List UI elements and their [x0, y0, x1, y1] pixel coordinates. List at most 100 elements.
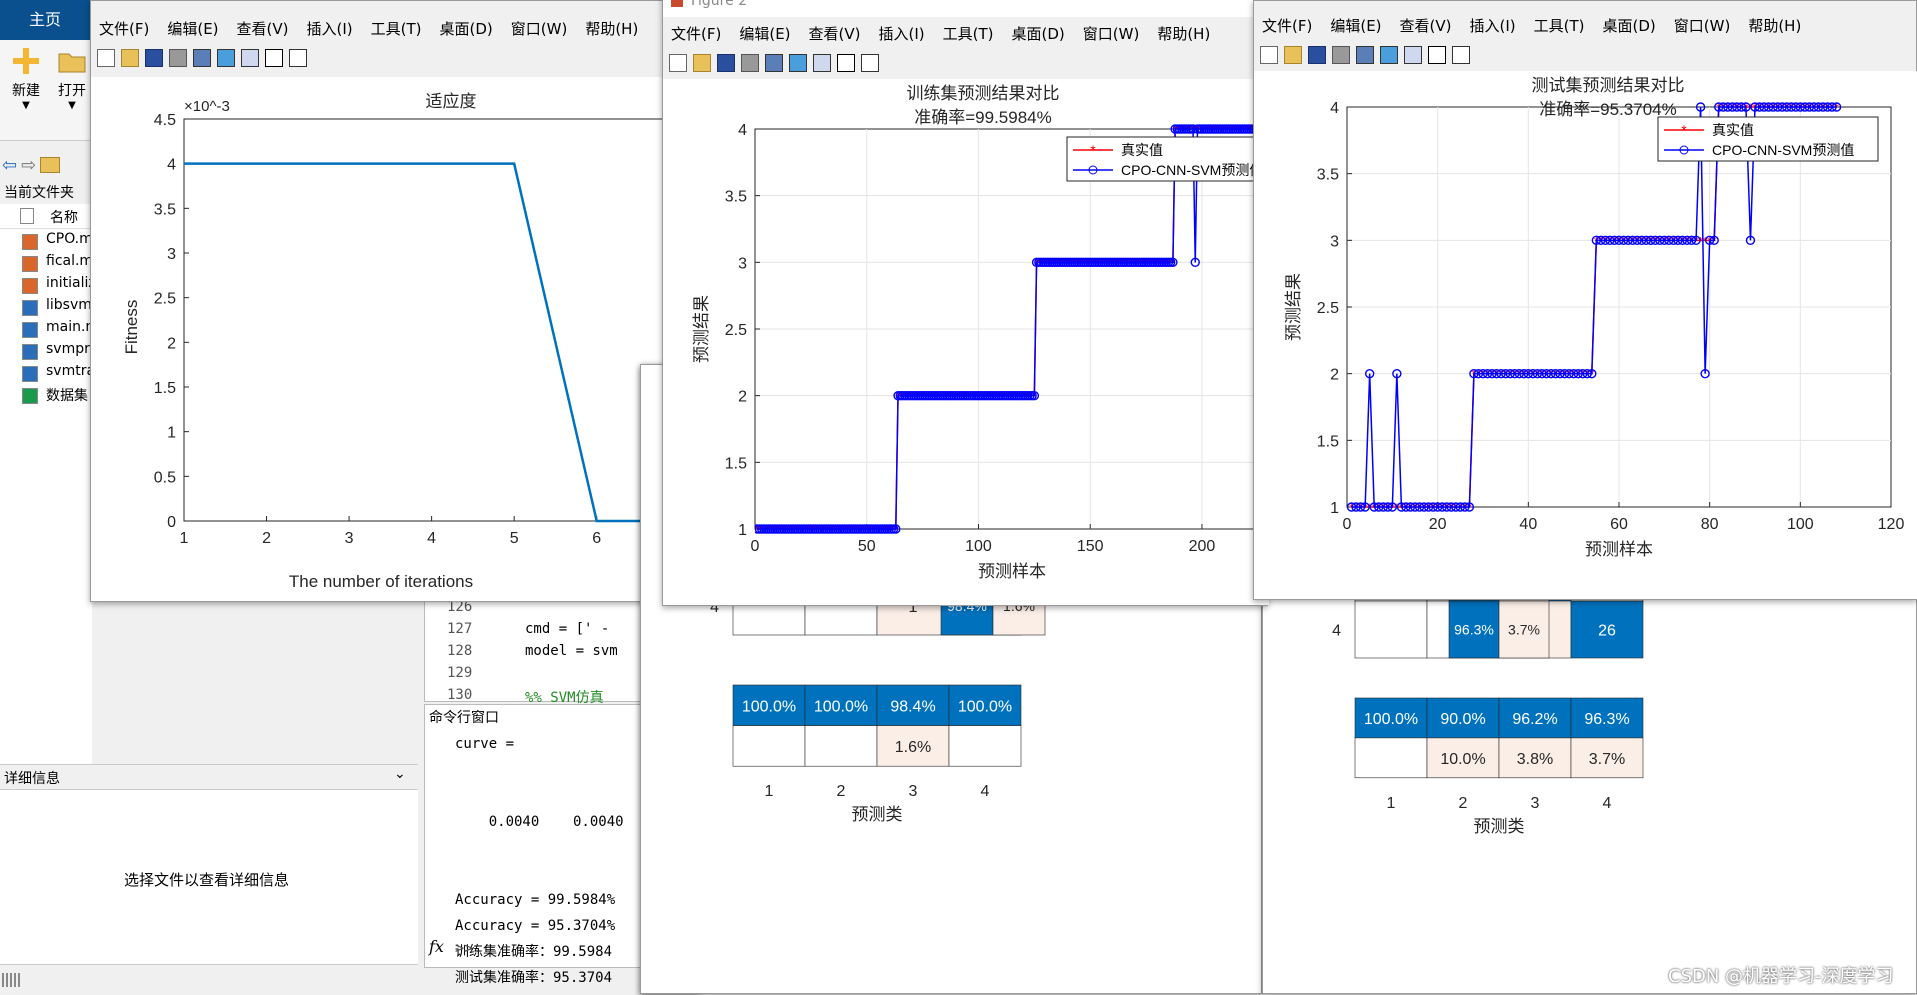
menu-item[interactable]: 桌面(D): [1012, 23, 1065, 44]
open-file-icon[interactable]: [1284, 46, 1302, 64]
menu-item[interactable]: 桌面(D): [1603, 15, 1656, 36]
train-toolbar: [663, 49, 1269, 77]
menu-item[interactable]: 查看(V): [237, 18, 289, 39]
colorbar-icon[interactable]: [217, 49, 235, 67]
fitness-menubar: 文件(F) 编辑(E) 查看(V) 插入(I) 工具(T) 桌面(D) 窗口(W) 帮助(H): [91, 15, 671, 41]
print-icon[interactable]: [1332, 46, 1350, 64]
new-button[interactable]: 新建 ▼: [6, 46, 46, 126]
command-prompt[interactable]: >>: [455, 939, 473, 957]
file-item[interactable]: CPO.m: [0, 230, 92, 252]
cursor-icon[interactable]: [1428, 46, 1446, 64]
train-plot-area: 05010015020011.522.533.54训练集预测结果对比准确率=99…: [663, 79, 1269, 605]
file-item[interactable]: fical.m: [0, 252, 92, 274]
link-plot-icon[interactable]: [1356, 46, 1374, 64]
menu-item[interactable]: 查看(V): [1400, 15, 1452, 36]
legend[interactable]: *真实值CPO-CNN-SVM预测值: [1067, 137, 1269, 181]
cm-col-summary-value: 1.6%: [895, 739, 931, 756]
train-prediction-chart: 05010015020011.522.533.54训练集预测结果对比准确率=99…: [663, 79, 1269, 605]
y-tick-label: 2: [167, 335, 176, 352]
property-editor-icon[interactable]: [289, 49, 307, 67]
menu-item[interactable]: 窗口(W): [1674, 15, 1731, 36]
menu-item[interactable]: 查看(V): [809, 23, 861, 44]
save-icon[interactable]: [1308, 46, 1326, 64]
m-function-icon: [22, 234, 38, 250]
forward-arrow-icon[interactable]: ⇨: [21, 155, 36, 176]
file-name: 数据集: [46, 385, 88, 405]
menu-item[interactable]: 编辑(E): [167, 18, 218, 39]
cm-col-label: 2: [1459, 795, 1468, 812]
editor-pane: 126127cmd = [' -128model = svm129130%% S…: [424, 596, 646, 702]
menu-item[interactable]: 编辑(E): [739, 23, 790, 44]
y-tick-label: 1: [167, 425, 176, 442]
cm-col-summary-value: 96.2%: [1512, 711, 1557, 728]
save-icon[interactable]: [145, 49, 163, 67]
menu-item[interactable]: 工具(T): [943, 23, 994, 44]
colorbar-icon[interactable]: [789, 54, 807, 72]
y-tick-label: 2: [738, 389, 747, 406]
colorbar-icon[interactable]: [1380, 46, 1398, 64]
x-tick-label: 0: [1343, 516, 1352, 533]
link-plot-icon[interactable]: [193, 49, 211, 67]
m-script-icon: [22, 322, 38, 338]
menu-item[interactable]: 窗口(W): [511, 18, 568, 39]
up-folder-icon[interactable]: [40, 157, 60, 173]
legend-icon[interactable]: [813, 54, 831, 72]
file-item[interactable]: 数据集: [0, 384, 92, 406]
home-tab[interactable]: 主页: [0, 0, 90, 40]
menu-item[interactable]: 插入(I): [307, 18, 353, 39]
menu-item[interactable]: 插入(I): [1470, 15, 1516, 36]
train-menubar: 文件(F) 编辑(E) 查看(V) 插入(I) 工具(T) 桌面(D) 窗口(W) 帮助(H): [663, 19, 1269, 47]
new-figure-icon[interactable]: [669, 54, 687, 72]
menu-item[interactable]: 帮助(H): [1748, 15, 1801, 36]
chart-title: 适应度: [426, 92, 477, 111]
x-tick-label: 20: [1429, 516, 1447, 533]
editor-line[interactable]: 128model = svm: [425, 641, 645, 663]
editor-line[interactable]: 127cmd = [' -: [425, 619, 645, 641]
fitness-figure-window: 文件(F) 编辑(E) 查看(V) 插入(I) 工具(T) 桌面(D) 窗口(W) 帮助(H)…: [90, 0, 670, 602]
legend[interactable]: *真实值CPO-CNN-SVM预测值: [1658, 117, 1878, 161]
editor-line[interactable]: 129: [425, 663, 645, 685]
menu-item[interactable]: 工具(T): [1534, 15, 1585, 36]
legend-icon[interactable]: [241, 49, 259, 67]
new-figure-icon[interactable]: [97, 49, 115, 67]
cursor-icon[interactable]: [837, 54, 855, 72]
command-output: curve = 0.0040 0.0040Accuracy = 99.5984%…: [455, 731, 624, 991]
name-column-header[interactable]: 名称: [0, 204, 92, 229]
details-header[interactable]: 详细信息 ⌄: [0, 765, 418, 790]
menu-item[interactable]: 帮助(H): [1157, 23, 1210, 44]
file-item[interactable]: libsvm: [0, 296, 92, 318]
menu-item[interactable]: 插入(I): [879, 23, 925, 44]
print-icon[interactable]: [741, 54, 759, 72]
y-exponent-label: ×10^-3: [184, 98, 230, 115]
link-plot-icon[interactable]: [765, 54, 783, 72]
property-editor-icon[interactable]: [1452, 46, 1470, 64]
file-item[interactable]: initializ: [0, 274, 92, 296]
fx-icon[interactable]: fx: [429, 937, 444, 956]
open-button[interactable]: 打开 ▼: [52, 46, 92, 126]
file-item[interactable]: svmpr: [0, 340, 92, 362]
property-editor-icon[interactable]: [861, 54, 879, 72]
menu-item[interactable]: 文件(F): [99, 18, 149, 39]
figure2-titlebar[interactable]: Figure 2: [663, 0, 1267, 17]
legend-icon[interactable]: [1404, 46, 1422, 64]
save-icon[interactable]: [717, 54, 735, 72]
menu-item[interactable]: 桌面(D): [440, 18, 493, 39]
chart-title: 测试集预测结果对比: [1532, 76, 1685, 95]
y-tick-label: 2.5: [725, 322, 747, 339]
menu-item[interactable]: 文件(F): [1262, 15, 1312, 36]
open-file-icon[interactable]: [693, 54, 711, 72]
menu-item[interactable]: 编辑(E): [1330, 15, 1381, 36]
new-figure-icon[interactable]: [1260, 46, 1278, 64]
cursor-icon[interactable]: [265, 49, 283, 67]
menu-item[interactable]: 窗口(W): [1083, 23, 1140, 44]
print-icon[interactable]: [169, 49, 187, 67]
open-file-icon[interactable]: [121, 49, 139, 67]
menu-item[interactable]: 帮助(H): [585, 18, 638, 39]
details-collapse-icon[interactable]: ⌄: [394, 766, 406, 782]
file-item[interactable]: main.m: [0, 318, 92, 340]
y-tick-label: 4: [738, 122, 747, 139]
menu-item[interactable]: 文件(F): [671, 23, 721, 44]
menu-item[interactable]: 工具(T): [371, 18, 422, 39]
file-item[interactable]: svmtra: [0, 362, 92, 384]
back-arrow-icon[interactable]: ⇦: [2, 155, 17, 176]
